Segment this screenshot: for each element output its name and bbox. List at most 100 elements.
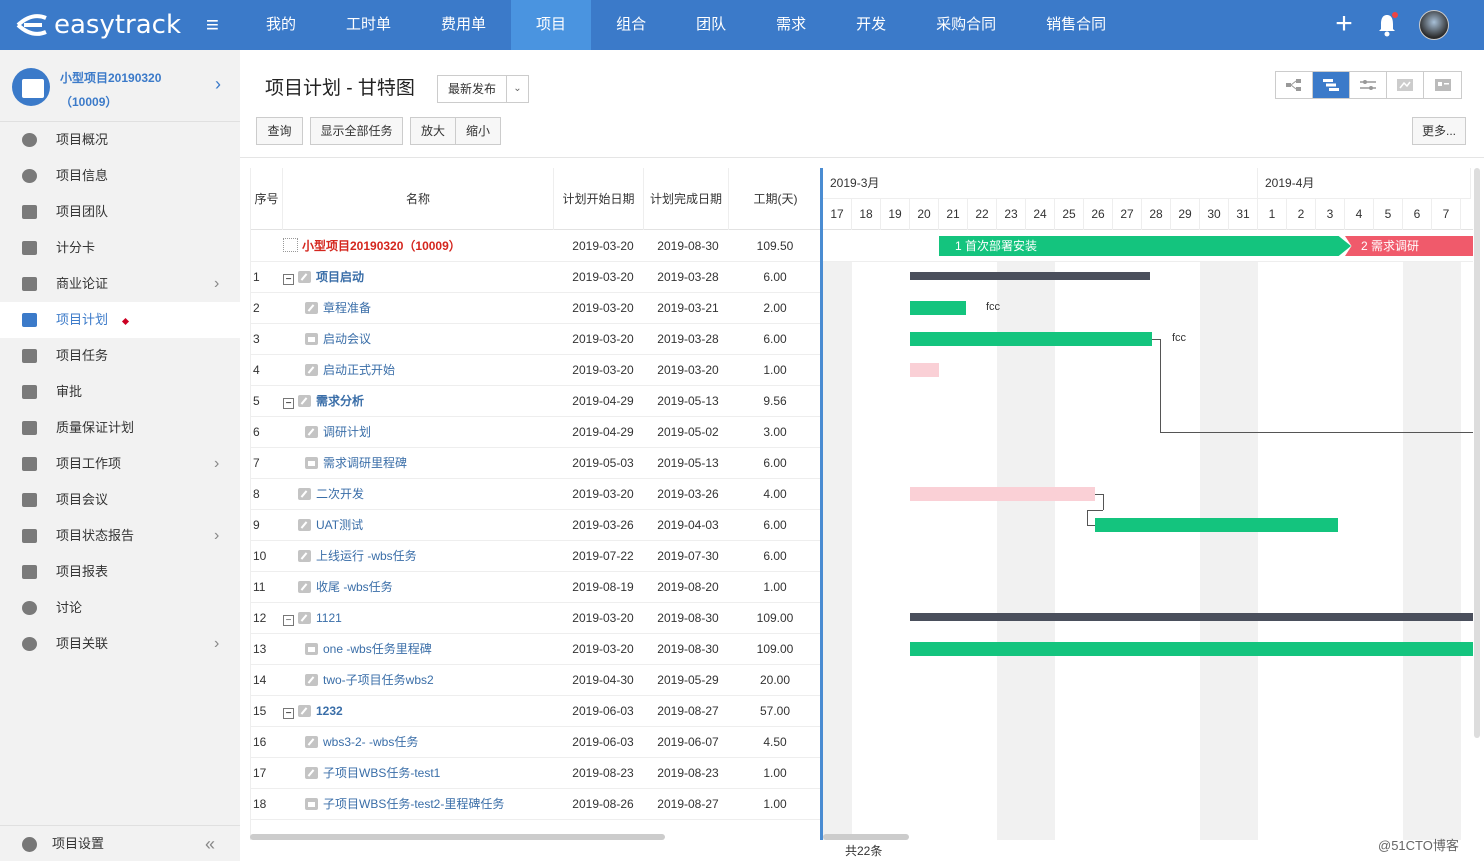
cell-name[interactable]: 子项目WBS任务-test1 [283,758,559,788]
table-row[interactable]: 13 one -wbs任务里程碑 2019-03-20 2019-08-30 109.0… [251,634,821,665]
sidebar-item-14[interactable]: 项目关联 › [0,626,240,662]
nav-item-9[interactable]: 销售合同 [1021,0,1131,50]
cell-name[interactable]: one -wbs任务里程碑 [283,634,559,664]
project-header[interactable]: 小型项目20190320（10009） › [0,50,240,122]
collapse-toggle-icon[interactable]: − [283,708,294,719]
gantt-bar[interactable] [910,642,1473,656]
gantt-bar[interactable] [910,301,966,315]
sidebar-item-6[interactable]: 项目任务 [0,338,240,374]
view-network-button[interactable] [1276,72,1313,98]
cell-name[interactable]: − 需求分析 [283,386,559,416]
nav-item-0[interactable]: 我的 [241,0,321,50]
table-row[interactable]: 17 子项目WBS任务-test1 2019-08-23 2019-08-23 1.00 [251,758,821,789]
cell-name[interactable]: 小型项目20190320（10009） [283,231,559,261]
table-row[interactable]: 2 章程准备 2019-03-20 2019-03-21 2.00 [251,293,821,324]
view-gantt-button[interactable] [1313,72,1350,98]
cell-name[interactable]: 子项目WBS任务-test2-里程碑任务 [283,789,559,819]
sidebar-item-7[interactable]: 审批 [0,374,240,410]
sidebar-item-3[interactable]: 计分卡 [0,230,240,266]
sidebar-item-13[interactable]: 讨论 [0,590,240,626]
table-row[interactable]: 9 UAT测试 2019-03-26 2019-04-03 6.00 [251,510,821,541]
grid-horizontal-scrollbar[interactable] [250,834,665,840]
sidebar-item-1[interactable]: 项目信息 [0,158,240,194]
cell-name[interactable]: 需求调研里程碑 [283,448,559,478]
sidebar-item-8[interactable]: 质量保证计划 [0,410,240,446]
sidebar-item-4[interactable]: 商业论证 › [0,266,240,302]
chevron-right-icon[interactable]: › [214,446,219,482]
sidebar-item-2[interactable]: 项目团队 [0,194,240,230]
sidebar-item-0[interactable]: 项目概况 [0,122,240,158]
sidebar-item-11[interactable]: 项目状态报告 › [0,518,240,554]
nav-item-8[interactable]: 采购合同 [911,0,1021,50]
table-row[interactable]: 15 − 1232 2019-06-03 2019-08-27 57.00 [251,696,821,727]
app-logo[interactable]: easytrack [14,8,181,42]
sidebar-item-project-settings[interactable]: 项目设置 « [0,825,240,861]
collapse-toggle-icon[interactable]: − [283,398,294,409]
cell-name[interactable]: 收尾 -wbs任务 [283,572,559,602]
menu-toggle-icon[interactable]: ≡ [206,14,228,36]
table-row[interactable]: 10 上线运行 -wbs任务 2019-07-22 2019-07-30 6.00 [251,541,821,572]
col-seq-header[interactable]: 序号 [251,168,283,230]
table-row[interactable]: 16 wbs3-2- -wbs任务 2019-06-03 2019-06-07 4.50 [251,727,821,758]
table-row[interactable]: 5 − 需求分析 2019-04-29 2019-05-13 9.56 [251,386,821,417]
collapse-sidebar-icon[interactable]: « [205,826,215,862]
add-icon[interactable]: + [1331,9,1357,39]
sidebar-item-10[interactable]: 项目会议 [0,482,240,518]
nav-item-6[interactable]: 需求 [751,0,831,50]
cell-name[interactable]: 上线运行 -wbs任务 [283,541,559,571]
gantt-bar[interactable] [910,332,1152,346]
cell-name[interactable]: 章程准备 [283,293,559,323]
more-button[interactable]: 更多... [1412,117,1466,145]
sidebar-item-9[interactable]: 项目工作项 › [0,446,240,482]
gantt-bar[interactable] [910,613,1473,621]
nav-item-1[interactable]: 工时单 [321,0,416,50]
gantt-bar[interactable] [910,487,1095,501]
version-select[interactable]: 最新发布 ⌄ [437,75,529,103]
cell-name[interactable]: 启动会议 [283,324,559,354]
table-row[interactable]: 4 启动正式开始 2019-03-20 2019-03-20 1.00 [251,355,821,386]
table-row[interactable]: 1 − 项目启动 2019-03-20 2019-03-28 6.00 [251,262,821,293]
chevron-down-icon[interactable]: ⌄ [506,76,528,102]
sidebar-item-12[interactable]: 项目报表 [0,554,240,590]
table-row[interactable]: 6 调研计划 2019-04-29 2019-05-02 3.00 [251,417,821,448]
nav-item-4[interactable]: 组合 [591,0,671,50]
gantt-bar[interactable] [910,272,1150,280]
collapse-toggle-icon[interactable]: − [283,274,294,285]
user-avatar[interactable] [1419,10,1449,40]
col-end-header[interactable]: 计划完成日期 [644,168,729,230]
cell-name[interactable]: − 项目启动 [283,262,559,292]
chevron-right-icon[interactable]: › [214,266,219,302]
table-row[interactable]: 8 二次开发 2019-03-20 2019-03-26 4.00 [251,479,821,510]
table-row[interactable]: 11 收尾 -wbs任务 2019-08-19 2019-08-20 1.00 [251,572,821,603]
cell-name[interactable]: − 1121 [283,603,559,633]
cell-name[interactable]: 启动正式开始 [283,355,559,385]
cell-name[interactable]: wbs3-2- -wbs任务 [283,727,559,757]
nav-item-3[interactable]: 项目 [511,0,592,50]
gantt-bar[interactable] [1095,518,1338,532]
col-name-header[interactable]: 名称 [283,168,554,230]
phase-bar[interactable]: 2 需求调研 [1345,236,1473,256]
table-row[interactable]: 3 启动会议 2019-03-20 2019-03-28 6.00 [251,324,821,355]
zoom-in-button[interactable]: 放大 [410,117,456,145]
nav-item-2[interactable]: 费用单 [416,0,511,50]
table-row[interactable]: 18 子项目WBS任务-test2-里程碑任务 2019-08-26 2019-08-… [251,789,821,820]
cell-name[interactable]: − 1232 [283,696,559,726]
chevron-right-icon[interactable]: › [214,626,219,662]
table-row[interactable]: 小型项目20190320（10009） 2019-03-20 2019-08-30 1… [251,231,821,262]
cell-name[interactable]: UAT测试 [283,510,559,540]
table-row[interactable]: 12 − 1121 2019-03-20 2019-08-30 109.00 [251,603,821,634]
nav-item-7[interactable]: 开发 [831,0,911,50]
view-board-button[interactable] [1387,72,1424,98]
query-button[interactable]: 查询 [256,117,303,145]
gantt-vertical-scrollbar[interactable] [1474,168,1480,738]
zoom-out-button[interactable]: 缩小 [455,117,501,145]
chevron-right-icon[interactable]: › [214,518,219,554]
view-card-button[interactable] [1424,72,1461,98]
table-row[interactable]: 14 two-子项目任务wbs2 2019-04-30 2019-05-29 20.00 [251,665,821,696]
cell-name[interactable]: 调研计划 [283,417,559,447]
phase-bar[interactable]: 1 首次部署安装 [939,236,1351,256]
gantt-bar[interactable] [910,363,939,377]
table-row[interactable]: 7 需求调研里程碑 2019-05-03 2019-05-13 6.00 [251,448,821,479]
sidebar-item-5[interactable]: 项目计划 [0,302,240,338]
col-duration-header[interactable]: 工期(天) [729,168,821,230]
